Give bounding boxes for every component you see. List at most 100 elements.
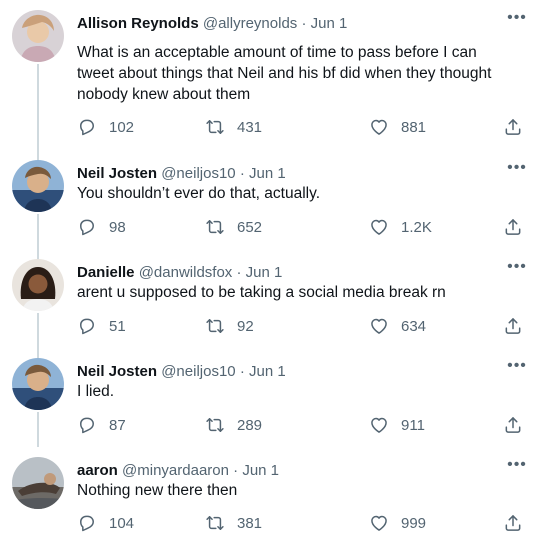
more-dots-icon[interactable]: ••• (505, 8, 529, 28)
separator-dot: · (236, 264, 242, 281)
retweet-count: 381 (237, 514, 263, 532)
share-icon (503, 513, 523, 533)
user-handle[interactable]: @danwildsfox (139, 264, 233, 281)
display-name[interactable]: Allison Reynolds (77, 15, 199, 32)
tweet-date[interactable]: Jun 1 (242, 462, 279, 479)
like-button[interactable]: 911 (369, 413, 425, 437)
more-dots-icon[interactable]: ••• (505, 158, 529, 178)
tweet[interactable]: Neil Josten @neiljos10 · Jun 1 ••• I lie… (0, 348, 540, 447)
reply-count: 87 (109, 416, 126, 434)
tweet[interactable]: Danielle @danwildsfox · Jun 1 ••• arent … (0, 249, 540, 348)
retweet-button[interactable]: 431 (205, 115, 262, 139)
reply-button[interactable]: 102 (77, 115, 134, 139)
like-count: 999 (401, 514, 427, 532)
retweet-count: 289 (237, 416, 263, 434)
like-count: 1.2K (401, 218, 432, 236)
user-handle[interactable]: @neiljos10 (161, 165, 235, 182)
retweet-count: 431 (237, 118, 263, 136)
more-dots-icon[interactable]: ••• (505, 257, 529, 277)
heart-icon (369, 513, 389, 533)
display-name[interactable]: Neil Josten (77, 363, 157, 380)
tweet-actions: 104 381 999 (77, 511, 527, 535)
share-button[interactable] (503, 511, 523, 535)
retweet-icon (205, 217, 225, 237)
share-button[interactable] (503, 413, 523, 437)
reply-icon (77, 316, 97, 336)
retweet-icon (205, 316, 225, 336)
retweet-count: 652 (237, 218, 263, 236)
tweet[interactable]: Neil Josten @neiljos10 · Jun 1 ••• You s… (0, 150, 540, 249)
user-handle[interactable]: @neiljos10 (161, 363, 235, 380)
retweet-button[interactable]: 289 (205, 413, 262, 437)
avatar[interactable] (12, 259, 64, 311)
like-count: 911 (401, 416, 425, 434)
retweet-icon (205, 117, 225, 137)
retweet-count: 92 (237, 317, 254, 335)
reply-button[interactable]: 98 (77, 215, 126, 239)
reply-button[interactable]: 51 (77, 314, 126, 338)
share-icon (503, 117, 523, 137)
reply-count: 98 (109, 218, 126, 236)
thread-connector-line (37, 313, 39, 348)
thread-connector-line (37, 150, 39, 160)
tweet-text: Nothing new there then (77, 482, 238, 499)
share-button[interactable] (503, 115, 523, 139)
tweet-actions: 87 289 911 (77, 413, 527, 437)
like-button[interactable]: 634 (369, 314, 426, 338)
share-button[interactable] (503, 215, 523, 239)
tweet-text: What is an acceptable amount of time to … (77, 44, 492, 103)
avatar[interactable] (12, 10, 64, 62)
share-button[interactable] (503, 314, 523, 338)
reply-icon (77, 513, 97, 533)
tweet-thread: Allison Reynolds @allyreynolds · Jun 1 •… (0, 0, 540, 545)
avatar[interactable] (12, 457, 64, 509)
thread-connector-line (37, 64, 39, 150)
avatar[interactable] (12, 160, 64, 212)
reply-icon (77, 415, 97, 435)
tweet[interactable]: aaron @minyardaaron · Jun 1 ••• Nothing … (0, 447, 540, 545)
reply-icon (77, 117, 97, 137)
tweet-header: Danielle @danwildsfox · Jun 1 (77, 263, 282, 283)
reply-count: 102 (109, 118, 135, 136)
separator-dot: · (239, 165, 245, 182)
retweet-icon (205, 513, 225, 533)
user-handle[interactable]: @minyardaaron (122, 462, 229, 479)
user-handle[interactable]: @allyreynolds (203, 15, 297, 32)
tweet-date[interactable]: Jun 1 (249, 363, 286, 380)
heart-icon (369, 415, 389, 435)
like-button[interactable]: 881 (369, 115, 426, 139)
retweet-button[interactable]: 381 (205, 511, 262, 535)
display-name[interactable]: aaron (77, 462, 118, 479)
thread-connector-line (37, 348, 39, 358)
tweet-header: Neil Josten @neiljos10 · Jun 1 (77, 362, 286, 382)
tweet-text: arent u supposed to be taking a social m… (77, 284, 446, 301)
avatar[interactable] (12, 358, 64, 410)
tweet-header: Neil Josten @neiljos10 · Jun 1 (77, 164, 286, 184)
like-count: 634 (401, 317, 427, 335)
tweet-date[interactable]: Jun 1 (311, 15, 348, 32)
retweet-button[interactable]: 92 (205, 314, 254, 338)
retweet-button[interactable]: 652 (205, 215, 262, 239)
tweet-date[interactable]: Jun 1 (246, 264, 283, 281)
more-dots-icon[interactable]: ••• (505, 356, 529, 376)
heart-icon (369, 117, 389, 137)
like-button[interactable]: 999 (369, 511, 426, 535)
display-name[interactable]: Neil Josten (77, 165, 157, 182)
tweet-header: Allison Reynolds @allyreynolds · Jun 1 (77, 14, 347, 34)
share-icon (503, 415, 523, 435)
like-button[interactable]: 1.2K (369, 215, 432, 239)
tweet-actions: 102 431 881 (77, 115, 527, 139)
separator-dot: · (239, 363, 245, 380)
display-name[interactable]: Danielle (77, 264, 135, 281)
thread-connector-line (37, 214, 39, 249)
tweet-header: aaron @minyardaaron · Jun 1 (77, 461, 279, 481)
tweet[interactable]: Allison Reynolds @allyreynolds · Jun 1 •… (0, 0, 540, 150)
reply-button[interactable]: 87 (77, 413, 126, 437)
retweet-icon (205, 415, 225, 435)
reply-button[interactable]: 104 (77, 511, 134, 535)
separator-dot: · (233, 462, 239, 479)
like-count: 881 (401, 118, 427, 136)
tweet-date[interactable]: Jun 1 (249, 165, 286, 182)
more-dots-icon[interactable]: ••• (505, 455, 529, 475)
reply-icon (77, 217, 97, 237)
